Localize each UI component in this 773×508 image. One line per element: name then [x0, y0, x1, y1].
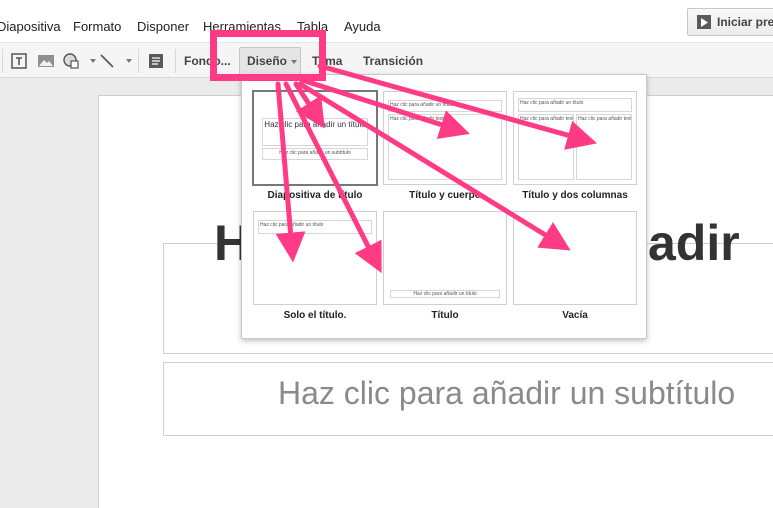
menu-ayuda[interactable]: Ayuda [344, 19, 381, 34]
mini-body: Haz clic para añadir texto [388, 114, 502, 180]
menu-disponer[interactable]: Disponer [137, 19, 189, 34]
slide-title-right: adir [648, 215, 740, 271]
start-presentation-label: Iniciar pre [717, 15, 773, 29]
subtitle-text: Haz clic para añadir un subtítulo [278, 375, 736, 411]
comment-icon[interactable] [147, 52, 165, 70]
image-icon[interactable] [37, 52, 55, 70]
layout-menu: Haz clic para añadir un título Haz clic … [241, 74, 647, 339]
mini-title: Haz clic para añadir un título [518, 98, 632, 112]
layout-two-columns[interactable]: Haz clic para añadir un título Haz clic … [513, 91, 637, 185]
line-icon[interactable] [98, 52, 116, 70]
layout-label: Vacía [562, 310, 588, 321]
annotation-highlight-box [210, 30, 326, 81]
menu-diapositiva[interactable]: Diapositiva [0, 19, 61, 34]
toolbar: Fondo... Diseño Tema Transición [0, 42, 773, 78]
mini-column-left: Haz clic para añadir texto [518, 114, 574, 180]
layout-title-slide[interactable]: Haz clic para añadir un título Haz clic … [252, 90, 378, 186]
layout-label: Solo el título. [283, 310, 347, 321]
menu-formato[interactable]: Formato [73, 19, 121, 34]
shape-icon[interactable] [62, 52, 80, 70]
layout-label: Título [431, 310, 459, 321]
transition-button[interactable]: Transición [363, 54, 423, 68]
layout-label: Diapositiva de título [267, 190, 363, 201]
toolbar-divider [2, 49, 3, 73]
layout-label: Título y dos columnas [522, 190, 628, 201]
slides-editor: Diapositiva Formato Disponer Herramienta… [0, 0, 773, 508]
layout-title-body[interactable]: Haz clic para añadir un título Haz clic … [383, 91, 507, 185]
mini-title: Haz clic para añadir un título [258, 220, 372, 234]
layout-blank[interactable] [513, 211, 637, 305]
mini-title: Haz clic para añadir un título [390, 290, 500, 298]
layout-caption[interactable]: Haz clic para añadir un título [383, 211, 507, 305]
textbox-icon[interactable] [10, 52, 28, 70]
layout-label: Título y cuerpo [409, 190, 481, 201]
toolbar-divider [138, 49, 139, 73]
mini-subtitle: Haz clic para añadir un subtítulo [262, 148, 368, 160]
mini-title: Haz clic para añadir un título [388, 100, 502, 112]
toolbar-divider [175, 49, 176, 73]
start-presentation-button[interactable]: Iniciar pre [687, 8, 773, 36]
menu-bar: Diapositiva Formato Disponer Herramienta… [0, 0, 773, 42]
mini-column-right: Haz clic para añadir texto [576, 114, 632, 180]
layout-title-only[interactable]: Haz clic para añadir un título [253, 211, 377, 305]
mini-title: Haz clic para añadir un título [262, 118, 368, 146]
line-dropdown-chevron-icon[interactable] [118, 52, 136, 70]
play-icon [697, 15, 711, 29]
